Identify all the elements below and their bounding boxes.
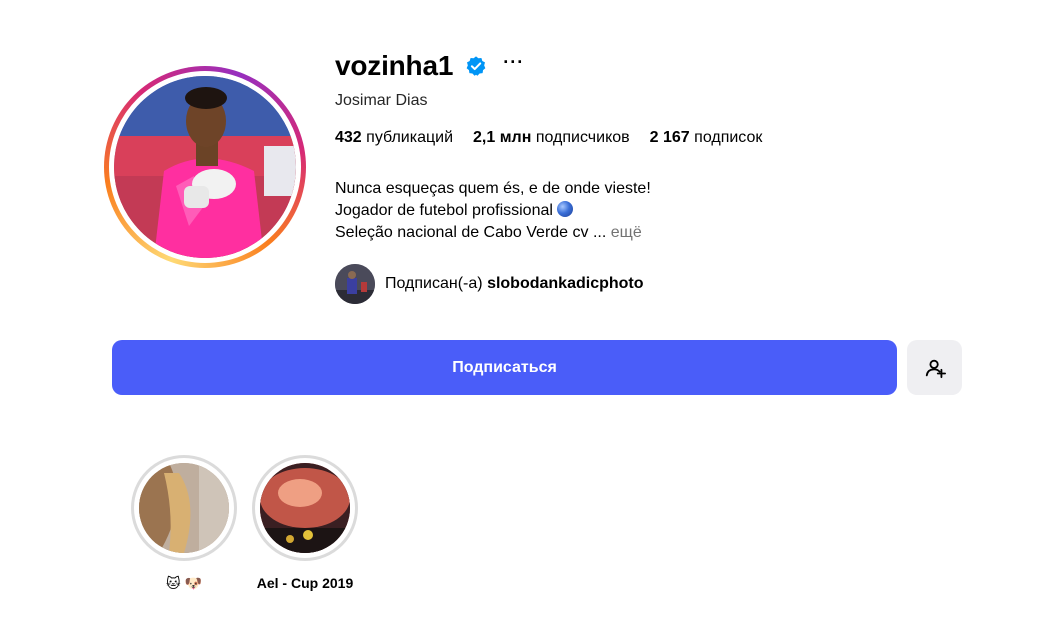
more-options-icon[interactable]: ··· [503,53,524,75]
highlight-label: 🐱 🐶 [166,575,202,591]
following-stat[interactable]: 2 167 подписок [650,129,763,147]
profile-picture-ring[interactable] [104,66,306,268]
bio-line-3: Seleção nacional de Cabo Verde cv ... ещ… [335,222,651,244]
following-label: подписок [694,129,763,146]
followed-by-prefix: Подписан(-а) [385,275,483,292]
followers-stat[interactable]: 2,1 млн подписчиков [473,129,630,147]
follow-button[interactable]: Подписаться [112,340,897,395]
followed-by-account[interactable]: slobodankadicphoto [487,275,643,292]
profile-stats: 432 публикаций 2,1 млн подписчиков 2 167… [335,129,762,147]
highlight-cover-image [260,463,350,553]
add-user-icon [925,359,946,378]
following-count: 2 167 [649,129,690,146]
highlight-ring [131,455,237,561]
posts-stat: 432 публикаций [335,129,453,147]
username-row: vozinha1 ··· [335,46,524,86]
followed-by-avatar[interactable] [335,264,375,304]
story-highlight[interactable]: Ael - Cup 2019 [252,455,358,591]
verified-badge-icon [466,56,486,76]
profile-photo-illustration [114,76,296,258]
highlight-ring [252,455,358,561]
highlight-label: Ael - Cup 2019 [256,575,354,591]
highlight-cover [139,463,229,553]
globe-icon [557,201,574,217]
bio: Nunca esqueças quem és, e de onde vieste… [335,178,651,244]
full-name: Josimar Dias [335,92,428,109]
profile-picture-border [109,71,301,263]
username: vozinha1 [335,50,454,81]
profile-header: vozinha1 ··· [335,46,524,86]
bio-line-1: Nunca esqueças quem és, e de onde vieste… [335,180,651,197]
add-user-button[interactable] [907,340,962,395]
highlight-border [255,458,355,558]
bio-line-2-text: Jogador de futebol profissional [335,202,553,219]
bio-line-3-text: Seleção nacional de Cabo Verde cv ... [335,224,607,241]
followers-count: 2,1 млн [473,129,532,146]
highlight-border [134,458,234,558]
highlight-cover [260,463,350,553]
followed-by-text: Подписан(-а) slobodankadicphoto [385,275,644,293]
profile-picture[interactable] [114,76,296,258]
posts-label: публикаций [366,129,454,146]
bio-more-link[interactable]: ещё [611,224,642,241]
highlight-cover-image [139,463,229,553]
story-highlight[interactable]: 🐱 🐶 [131,455,237,592]
followers-label: подписчиков [535,129,630,146]
followed-by[interactable]: Подписан(-а) slobodankadicphoto [335,264,644,304]
posts-count: 432 [335,129,362,146]
followed-by-avatar-image [335,264,375,304]
bio-line-2: Jogador de futebol profissional [335,200,651,222]
